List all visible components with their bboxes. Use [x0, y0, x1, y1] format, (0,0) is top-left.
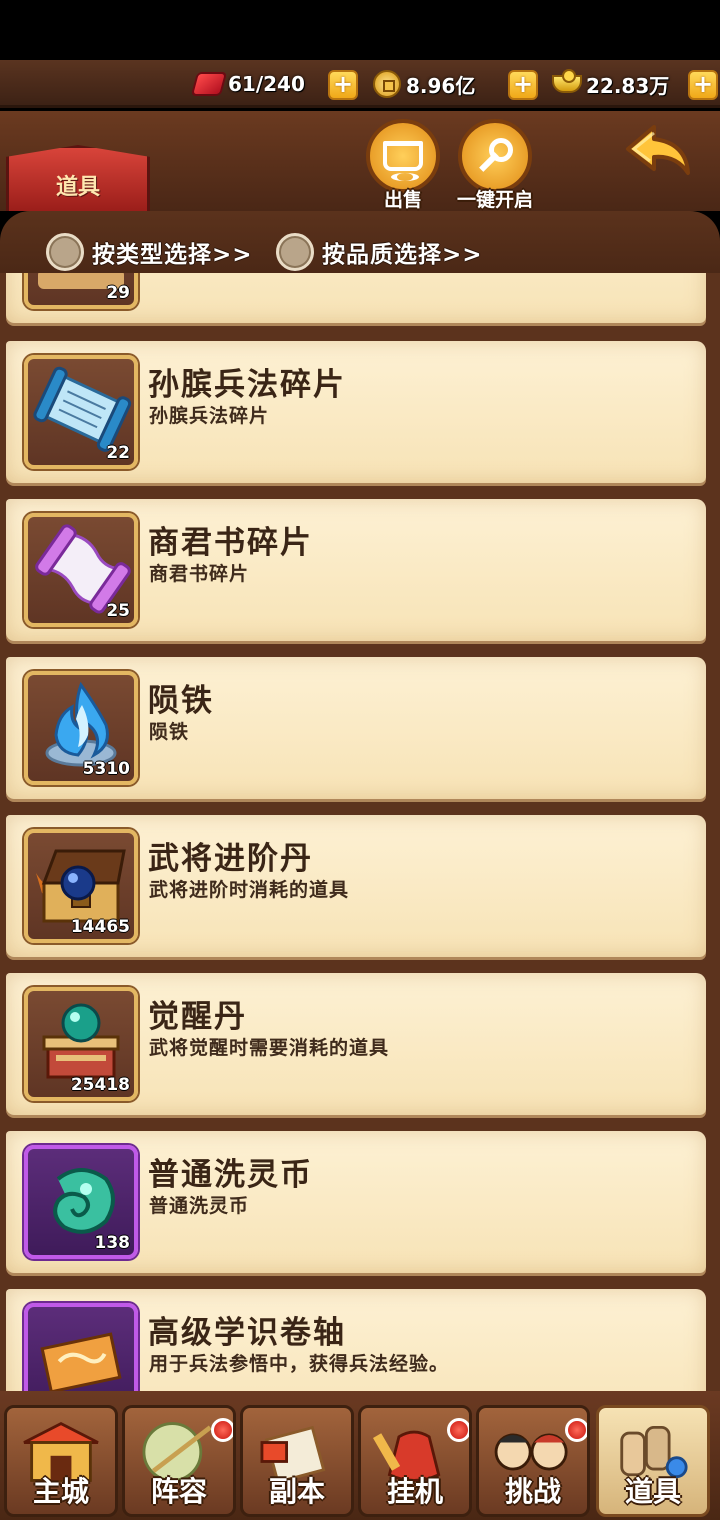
sell-button[interactable]: 出售 [362, 119, 444, 213]
nav-lineup[interactable]: 阵容 [122, 1405, 236, 1517]
filter-by-type[interactable]: 按类型选择>> [46, 233, 253, 271]
cart-icon [366, 119, 440, 193]
nav-label: 挑战 [504, 1475, 561, 1508]
copper-coin-icon [372, 70, 402, 98]
filter-by-quality-label: 按品质选择>> [322, 242, 483, 268]
item-icon-frame [24, 1303, 138, 1391]
bottom-nav: 主城 阵容 副本 挂机 挑战 道具 [0, 1391, 720, 1520]
nav-label: 挂机 [386, 1475, 443, 1508]
item-name: 武将进阶丹 [148, 841, 313, 877]
item-quantity: 14465 [70, 917, 130, 937]
item-icon-frame: 22 [24, 355, 138, 469]
list-item[interactable]: 138 普通洗灵币 普通洗灵币 [6, 1131, 706, 1273]
list-item[interactable]: 25 商君书碎片 商君书碎片 [6, 499, 706, 641]
list-item[interactable]: 高级学识卷轴 用于兵法参悟中，获得兵法经验。 [6, 1289, 706, 1391]
item-description: 用于兵法参悟中，获得兵法经验。 [149, 1353, 450, 1375]
notification-dot [565, 1418, 587, 1442]
item-icon-frame: 29 [24, 273, 138, 309]
item-quantity: 25418 [70, 1075, 130, 1095]
item-description: 普通洗灵币 [149, 1195, 250, 1217]
filter-by-type-label: 按类型选择>> [92, 242, 253, 268]
stamina-display: 61/240 [193, 68, 305, 100]
gold-display: 22.83万 [552, 68, 669, 100]
nav-label: 主城 [32, 1475, 89, 1508]
nav-label: 道具 [624, 1475, 681, 1508]
item-description: 孙膑兵法碎片 [149, 405, 270, 427]
copper-value: 8.96亿 [406, 73, 476, 98]
list-item[interactable]: 25418 觉醒丹 武将觉醒时需要消耗的道具 [6, 973, 706, 1115]
sell-label: 出售 [383, 189, 422, 211]
item-name: 觉醒丹 [148, 999, 247, 1035]
stamina-value: 61/240 [228, 72, 305, 96]
add-copper-button[interactable]: + [508, 70, 538, 100]
item-name: 商君书碎片 [148, 525, 313, 561]
radio-icon[interactable] [276, 233, 314, 271]
item-icon-frame: 138 [24, 1145, 138, 1259]
back-arrow-icon[interactable] [624, 121, 696, 181]
nav-challenge[interactable]: 挑战 [476, 1405, 590, 1517]
tab-items-label: 道具 [55, 174, 100, 200]
gold-value: 22.83万 [586, 73, 670, 98]
item-description: 武将进阶时消耗的道具 [149, 879, 350, 901]
list-item[interactable]: 5310 陨铁 陨铁 [6, 657, 706, 799]
radio-icon[interactable] [46, 233, 84, 271]
item-name: 孙膑兵法碎片 [148, 367, 346, 403]
stamina-gem-icon [193, 70, 225, 98]
filter-bar: 按类型选择>> 按品质选择>> [0, 211, 720, 273]
notification-dot [447, 1418, 469, 1442]
item-quantity: 138 [94, 1233, 131, 1253]
copper-display: 8.96亿 [372, 68, 475, 100]
item-list[interactable]: 29 22 孙膑兵法碎片 孙膑兵法碎片 25 商君书碎片 商君书碎片 5310 … [0, 273, 720, 1391]
item-icon-frame: 14465 [24, 829, 138, 943]
add-gold-button[interactable]: + [688, 70, 718, 100]
item-icon-frame: 25 [24, 513, 138, 627]
status-bar [0, 0, 720, 60]
list-item[interactable]: 22 孙膑兵法碎片 孙膑兵法碎片 [6, 341, 706, 483]
key-icon [458, 119, 532, 193]
add-stamina-button[interactable]: + [328, 70, 358, 100]
item-quantity: 29 [106, 283, 130, 303]
nav-dungeon[interactable]: 副本 [240, 1405, 354, 1517]
item-icon-frame: 5310 [24, 671, 138, 785]
knowledge-scroll-icon [40, 1332, 122, 1391]
item-description: 商君书碎片 [149, 563, 250, 585]
item-quantity: 5310 [82, 759, 130, 779]
gold-ingot-icon [552, 69, 582, 98]
open-all-button[interactable]: 一键开启 [454, 119, 536, 213]
list-item[interactable]: 29 [6, 273, 706, 323]
tab-items[interactable]: 道具 [6, 145, 150, 211]
item-description: 武将觉醒时需要消耗的道具 [149, 1037, 390, 1059]
item-icon-frame: 25418 [24, 987, 138, 1101]
filter-by-quality[interactable]: 按品质选择>> [276, 233, 483, 271]
header: 道具 出售 一键开启 [0, 111, 720, 211]
item-name: 高级学识卷轴 [148, 1315, 346, 1351]
item-name: 陨铁 [148, 683, 214, 719]
nav-label: 副本 [268, 1475, 325, 1508]
open-all-label: 一键开启 [456, 189, 533, 211]
item-description: 陨铁 [149, 721, 190, 743]
nav-main-city[interactable]: 主城 [4, 1405, 118, 1517]
nav-label: 阵容 [150, 1475, 207, 1508]
list-item[interactable]: 14465 武将进阶丹 武将进阶时消耗的道具 [6, 815, 706, 957]
item-name: 普通洗灵币 [148, 1157, 313, 1193]
nav-idle[interactable]: 挂机 [358, 1405, 472, 1517]
nav-items[interactable]: 道具 [596, 1405, 710, 1517]
currency-bar: 61/240 + 8.96亿 + 22.83万 + [0, 60, 720, 108]
item-quantity: 25 [106, 601, 130, 621]
notification-dot [211, 1418, 233, 1442]
item-quantity: 22 [106, 443, 130, 463]
